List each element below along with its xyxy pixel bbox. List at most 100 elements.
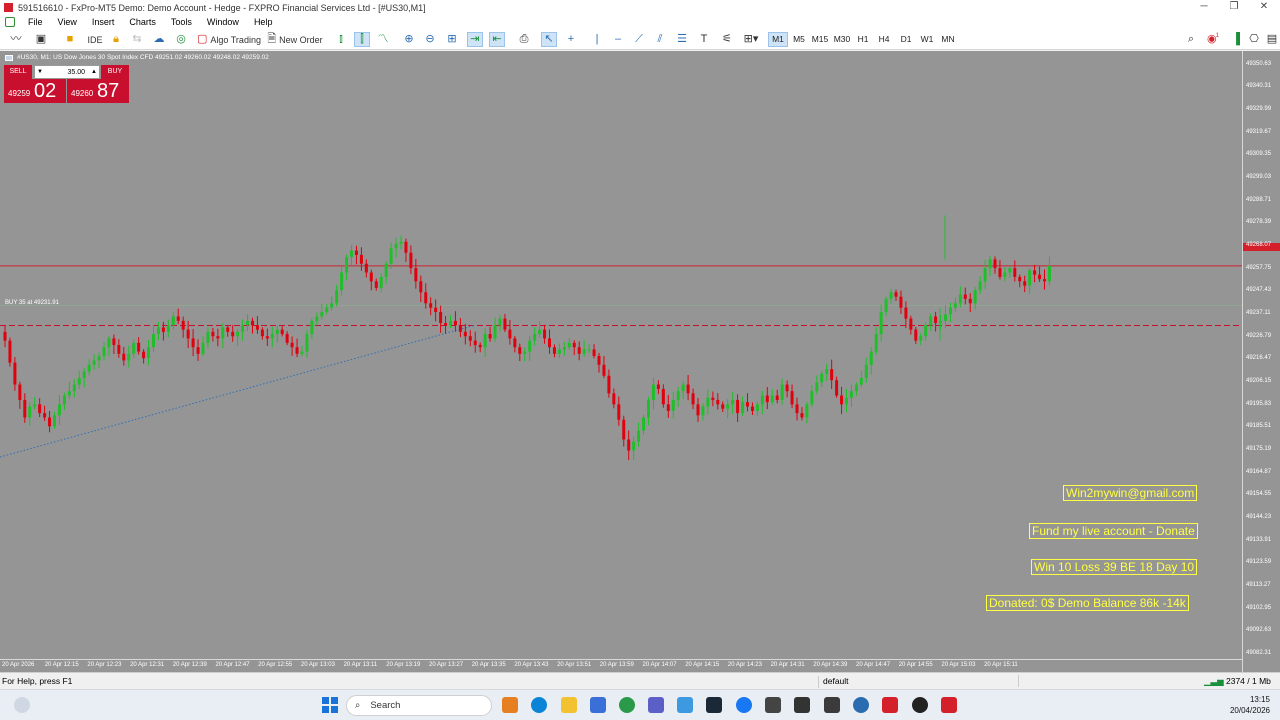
copilot-icon[interactable] bbox=[502, 697, 518, 713]
community-icon[interactable]: ⎔ bbox=[1246, 32, 1262, 47]
new-order-button[interactable]: 🗎︎ New Order bbox=[266, 32, 324, 47]
timeframe-d1[interactable]: D1 bbox=[896, 32, 916, 47]
candle-body bbox=[924, 325, 928, 337]
steam-icon[interactable] bbox=[706, 697, 722, 713]
zoom-in-icon[interactable]: ⊕ bbox=[401, 32, 417, 47]
market-icon[interactable]: ◎ bbox=[173, 32, 189, 47]
facebook-icon[interactable] bbox=[736, 697, 752, 713]
lot-size-input[interactable]: ▼ 35.00 ▲ bbox=[34, 65, 100, 79]
candle-body bbox=[72, 384, 76, 392]
candle-body bbox=[538, 329, 542, 335]
menu-help[interactable]: Help bbox=[247, 17, 281, 27]
layout-icon[interactable]: ▤ bbox=[1264, 32, 1280, 47]
menu-window[interactable]: Window bbox=[200, 17, 247, 27]
metatrader-taskbar-icon[interactable] bbox=[941, 697, 957, 713]
lot-increase-icon[interactable]: ▲ bbox=[89, 69, 99, 75]
candle-body bbox=[359, 254, 363, 264]
timeframe-mn[interactable]: MN bbox=[938, 32, 958, 47]
algo-trading-button[interactable]: ▢ Algo Trading bbox=[196, 32, 262, 47]
menu-file[interactable]: File bbox=[21, 17, 51, 27]
chrome-icon[interactable] bbox=[619, 697, 635, 713]
taskbar-search[interactable]: ⌕ Search bbox=[346, 695, 492, 716]
store-icon[interactable] bbox=[590, 697, 606, 713]
file-explorer-icon[interactable] bbox=[561, 697, 577, 713]
candle-body bbox=[810, 391, 814, 405]
windows-start-icon[interactable] bbox=[322, 697, 338, 713]
menu-view[interactable]: View bbox=[51, 17, 85, 27]
trendline-icon[interactable]: ⟋ bbox=[631, 32, 647, 47]
profiles-icon[interactable]: ■ bbox=[62, 32, 78, 47]
screenshot-icon[interactable]: ⎙ bbox=[516, 32, 532, 47]
price-tick-label: 49133.91 bbox=[1246, 536, 1272, 543]
app-icon-dark[interactable] bbox=[765, 697, 781, 713]
menu-charts[interactable]: Charts bbox=[122, 17, 164, 27]
cloud-icon[interactable]: ☁ bbox=[151, 32, 167, 47]
auto-scroll-icon[interactable]: ⇥ bbox=[467, 32, 483, 47]
channel-icon[interactable]: ⫽ bbox=[652, 32, 668, 47]
bid-price-button[interactable]: 49259 02 bbox=[4, 79, 66, 103]
widgets-icon[interactable] bbox=[14, 697, 30, 713]
email-note[interactable]: Win2mywin@gmail.com bbox=[1063, 485, 1198, 501]
notifications-icon[interactable]: ◉ 1 bbox=[1205, 32, 1221, 47]
app-icon-blue[interactable] bbox=[677, 697, 693, 713]
app-icon-grey[interactable] bbox=[824, 697, 840, 713]
app-icon-terminal[interactable] bbox=[794, 697, 810, 713]
replay-icon[interactable]: ⇆ bbox=[129, 32, 145, 47]
candle-body bbox=[1003, 272, 1007, 277]
indicators-icon[interactable]: ⊞▾ bbox=[740, 32, 762, 47]
chart-shift-icon[interactable]: ⇤ bbox=[489, 32, 505, 47]
timeframe-h4[interactable]: H4 bbox=[874, 32, 894, 47]
timeframe-m15[interactable]: M15 bbox=[810, 32, 830, 47]
tile-windows-icon[interactable]: ⊞ bbox=[444, 32, 460, 47]
menu-insert[interactable]: Insert bbox=[85, 17, 123, 27]
donate-note[interactable]: Fund my live account - Donate bbox=[1029, 523, 1198, 539]
candle-body bbox=[835, 380, 839, 396]
close-button[interactable]: ✕ bbox=[1248, 0, 1280, 15]
menu-tools[interactable]: Tools bbox=[164, 17, 200, 27]
maximize-button[interactable]: ❐ bbox=[1218, 0, 1250, 15]
lot-decrease-icon[interactable]: ▼ bbox=[35, 69, 45, 75]
candlestick-chart-icon[interactable]: ⫿ bbox=[354, 32, 370, 47]
time-axis[interactable]: 20 Apr 2026 20 Apr 12:15 20 Apr 12:23 20 Ap… bbox=[0, 659, 1242, 672]
profile-name[interactable]: default bbox=[818, 676, 1018, 688]
fibonacci-icon[interactable]: ☰ bbox=[674, 32, 690, 47]
minimize-button[interactable]: ─ bbox=[1188, 0, 1220, 15]
system-clock[interactable]: 13:15 20/04/2026 bbox=[1230, 694, 1270, 716]
timeframe-h1[interactable]: H1 bbox=[853, 32, 873, 47]
shapes-icon[interactable]: ⚟ bbox=[716, 32, 738, 47]
cursor-icon[interactable]: ↖ bbox=[541, 32, 557, 47]
fxpro-icon[interactable] bbox=[882, 697, 898, 713]
price-axis[interactable]: 49350.63 49340.31 49329.99 49319.67 49309.35… bbox=[1242, 51, 1280, 679]
obs-icon[interactable] bbox=[912, 697, 928, 713]
stats-note[interactable]: Win 10 Loss 39 BE 18 Day 10 bbox=[1031, 559, 1198, 575]
teams-icon[interactable] bbox=[648, 697, 664, 713]
templates-icon[interactable]: ▣ bbox=[33, 32, 49, 47]
vertical-line-icon[interactable]: | bbox=[589, 32, 605, 47]
connection-status[interactable]: ▁▃▅ 2374 / 1 Mb bbox=[1204, 676, 1271, 687]
timeframe-w1[interactable]: W1 bbox=[917, 32, 937, 47]
zoom-out-icon[interactable]: ⊖ bbox=[422, 32, 438, 47]
balance-note[interactable]: Donated: 0$ Demo Balance 86k -14k bbox=[986, 595, 1189, 611]
edge-browser-icon[interactable] bbox=[531, 697, 547, 713]
ask-price-button[interactable]: 49260 87 bbox=[67, 79, 129, 103]
timeframe-m5[interactable]: M5 bbox=[789, 32, 809, 47]
buy-button[interactable]: BUY bbox=[101, 65, 129, 79]
chart-type-icon[interactable]: 〰 bbox=[8, 32, 24, 47]
candle-body bbox=[270, 334, 274, 339]
metatrader-icon bbox=[5, 17, 15, 27]
ide-button[interactable]: IDE bbox=[86, 32, 104, 47]
buy-order-label[interactable]: BUY 35 at 49231.91 bbox=[5, 300, 59, 306]
crosshair-icon[interactable]: + bbox=[563, 32, 579, 47]
signal-icon[interactable]: ▐ bbox=[1228, 32, 1244, 47]
search-icon[interactable]: ⌕ bbox=[1183, 32, 1199, 47]
bar-chart-icon[interactable]: ⫾ bbox=[333, 32, 349, 47]
lock-icon[interactable]: 🔒︎ bbox=[108, 32, 124, 47]
sell-button[interactable]: SELL bbox=[4, 65, 32, 79]
text-tool-icon[interactable]: T bbox=[696, 32, 712, 47]
chart-window[interactable]: #US30, M1: US Dow Jones 30 Spot Index CF… bbox=[0, 51, 1280, 679]
line-chart-icon[interactable]: 〽 bbox=[375, 32, 391, 47]
timeframe-m1[interactable]: M1 bbox=[768, 32, 788, 47]
horizontal-line-icon[interactable]: – bbox=[610, 32, 626, 47]
timeframe-m30[interactable]: M30 bbox=[832, 32, 852, 47]
app-icon-ring[interactable] bbox=[853, 697, 869, 713]
